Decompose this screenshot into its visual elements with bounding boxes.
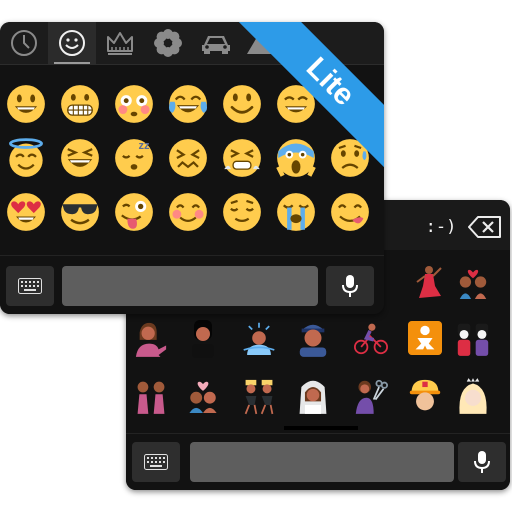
yum-emoji[interactable] (330, 192, 370, 232)
two-women-emoji[interactable] (134, 376, 168, 416)
cyclist-emoji[interactable] (354, 318, 388, 358)
backspace-icon (468, 216, 501, 238)
beaming-emoji[interactable] (276, 84, 316, 124)
tab-recent[interactable] (0, 22, 48, 64)
loudly-crying-emoji[interactable] (276, 192, 316, 232)
tab-smileys[interactable] (48, 22, 96, 64)
keyboard-icon (144, 454, 168, 470)
sleeping-emoji[interactable]: zz (114, 138, 154, 178)
tab-places[interactable] (192, 22, 240, 64)
tab-people[interactable] (96, 22, 144, 64)
dancer-emoji[interactable] (410, 262, 444, 302)
halo-emoji[interactable] (6, 138, 46, 178)
police-officer-emoji[interactable] (296, 318, 330, 358)
tab-symbols[interactable] (240, 22, 280, 64)
grimacing-emoji[interactable] (60, 84, 100, 124)
svg-text:zz: zz (138, 140, 150, 152)
person-dark-hair-emoji[interactable] (186, 318, 220, 358)
keyboard-switch-button[interactable] (6, 266, 54, 306)
couple-heart-emoji[interactable] (456, 262, 490, 302)
laughing-emoji[interactable] (60, 138, 100, 178)
dancers-emoji[interactable] (242, 376, 276, 416)
blush-emoji[interactable] (168, 192, 208, 232)
space-bar[interactable] (190, 442, 454, 482)
flushed-emoji[interactable] (114, 84, 154, 124)
front-keyboard-panel: zz Lite (0, 22, 384, 314)
category-tab-bar (0, 22, 384, 65)
backspace-button[interactable] (468, 216, 502, 238)
kiss-emoji[interactable] (186, 376, 220, 416)
smiling-emoji[interactable] (222, 84, 262, 124)
keyboard-icon (18, 278, 42, 294)
confounded-emoji[interactable] (168, 138, 208, 178)
space-bar[interactable] (62, 266, 318, 306)
microphone-icon (342, 275, 358, 297)
smiling-partial-emoji[interactable] (330, 84, 370, 124)
relieved-emoji[interactable] (222, 192, 262, 232)
anxious-sweat-emoji[interactable] (330, 138, 370, 178)
microphone-icon (474, 451, 490, 473)
heart-eyes-emoji[interactable] (6, 192, 46, 232)
voice-input-button[interactable] (326, 266, 374, 306)
car-icon (202, 36, 230, 54)
construction-worker-emoji[interactable] (408, 376, 442, 416)
triangle-icon (247, 32, 273, 54)
people-splashing-emoji[interactable] (242, 318, 276, 358)
emoticon-tab[interactable]: :-) (418, 214, 464, 240)
clock-icon (11, 30, 37, 56)
tears-of-joy-emoji[interactable] (168, 84, 208, 124)
bride-with-veil-emoji[interactable] (296, 376, 330, 416)
crown-icon (107, 32, 133, 55)
back-bottom-bar (126, 433, 510, 490)
screaming-emoji[interactable] (276, 138, 316, 178)
tongue-wink-emoji[interactable] (114, 192, 154, 232)
geishas-emoji[interactable] (456, 318, 490, 358)
woman-with-scissors-emoji[interactable] (354, 376, 388, 416)
front-bottom-bar (0, 255, 384, 314)
flower-icon (154, 29, 182, 57)
persevering-emoji[interactable] (222, 138, 262, 178)
grinning-emoji[interactable] (6, 84, 46, 124)
voice-input-button[interactable] (458, 442, 506, 482)
sunglasses-emoji[interactable] (60, 192, 100, 232)
princess-emoji[interactable] (456, 376, 490, 416)
person-pointing-emoji[interactable] (134, 318, 168, 358)
smiley-icon (59, 30, 85, 56)
tab-nature[interactable] (144, 22, 192, 64)
keyboard-switch-button[interactable] (132, 442, 180, 482)
baby-symbol-emoji[interactable] (408, 318, 442, 358)
